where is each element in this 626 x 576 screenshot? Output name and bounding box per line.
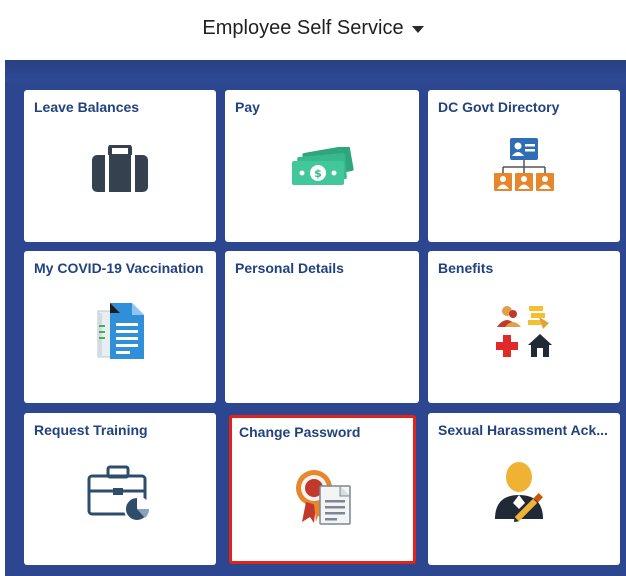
document-icon — [97, 303, 144, 359]
tile-change-password[interactable]: Change Password — [229, 415, 416, 564]
tile-grid: Leave Balances Pay $ DC Govt Directory M… — [5, 60, 626, 576]
benefits-icon — [496, 306, 552, 357]
tile-personal-details[interactable]: Personal Details — [225, 251, 419, 403]
tile-benefits[interactable]: Benefits — [428, 251, 620, 403]
grid-top-band — [5, 60, 626, 82]
tile-label: Change Password — [239, 424, 361, 440]
tile-label: Benefits — [438, 260, 494, 276]
tile-label: My COVID-19 Vaccination — [34, 260, 204, 276]
caret-down-icon[interactable] — [411, 26, 424, 33]
org-chart-icon — [494, 138, 554, 191]
tile-label: Sexual Harassment Ack... — [438, 422, 608, 438]
tile-request-training[interactable]: Request Training — [24, 413, 216, 565]
user-sign-icon — [495, 462, 543, 523]
tile-pay[interactable]: Pay $ — [225, 90, 419, 242]
tile-label: Personal Details — [235, 260, 344, 276]
page-title: Employee Self Service — [202, 16, 404, 39]
tile-sexual-harassment-ack[interactable]: Sexual Harassment Ack... — [428, 413, 620, 565]
tile-label: Pay — [235, 99, 260, 115]
tile-label: Leave Balances — [34, 99, 140, 115]
page-header: Employee Self Service — [0, 0, 626, 56]
tile-label: Request Training — [34, 422, 148, 438]
tile-dc-govt-directory[interactable]: DC Govt Directory — [428, 90, 620, 242]
homepage-selector[interactable]: Employee Self Service — [202, 16, 424, 40]
svg-text:$: $ — [314, 167, 322, 180]
tile-label: DC Govt Directory — [438, 99, 560, 115]
tile-leave-balances[interactable]: Leave Balances — [24, 90, 216, 242]
money-icon: $ — [292, 147, 354, 185]
certificate-icon — [295, 470, 351, 525]
briefcase-icon — [92, 145, 148, 192]
training-case-icon — [87, 465, 150, 522]
tile-my-covid-19-vaccination[interactable]: My COVID-19 Vaccination — [24, 251, 216, 403]
